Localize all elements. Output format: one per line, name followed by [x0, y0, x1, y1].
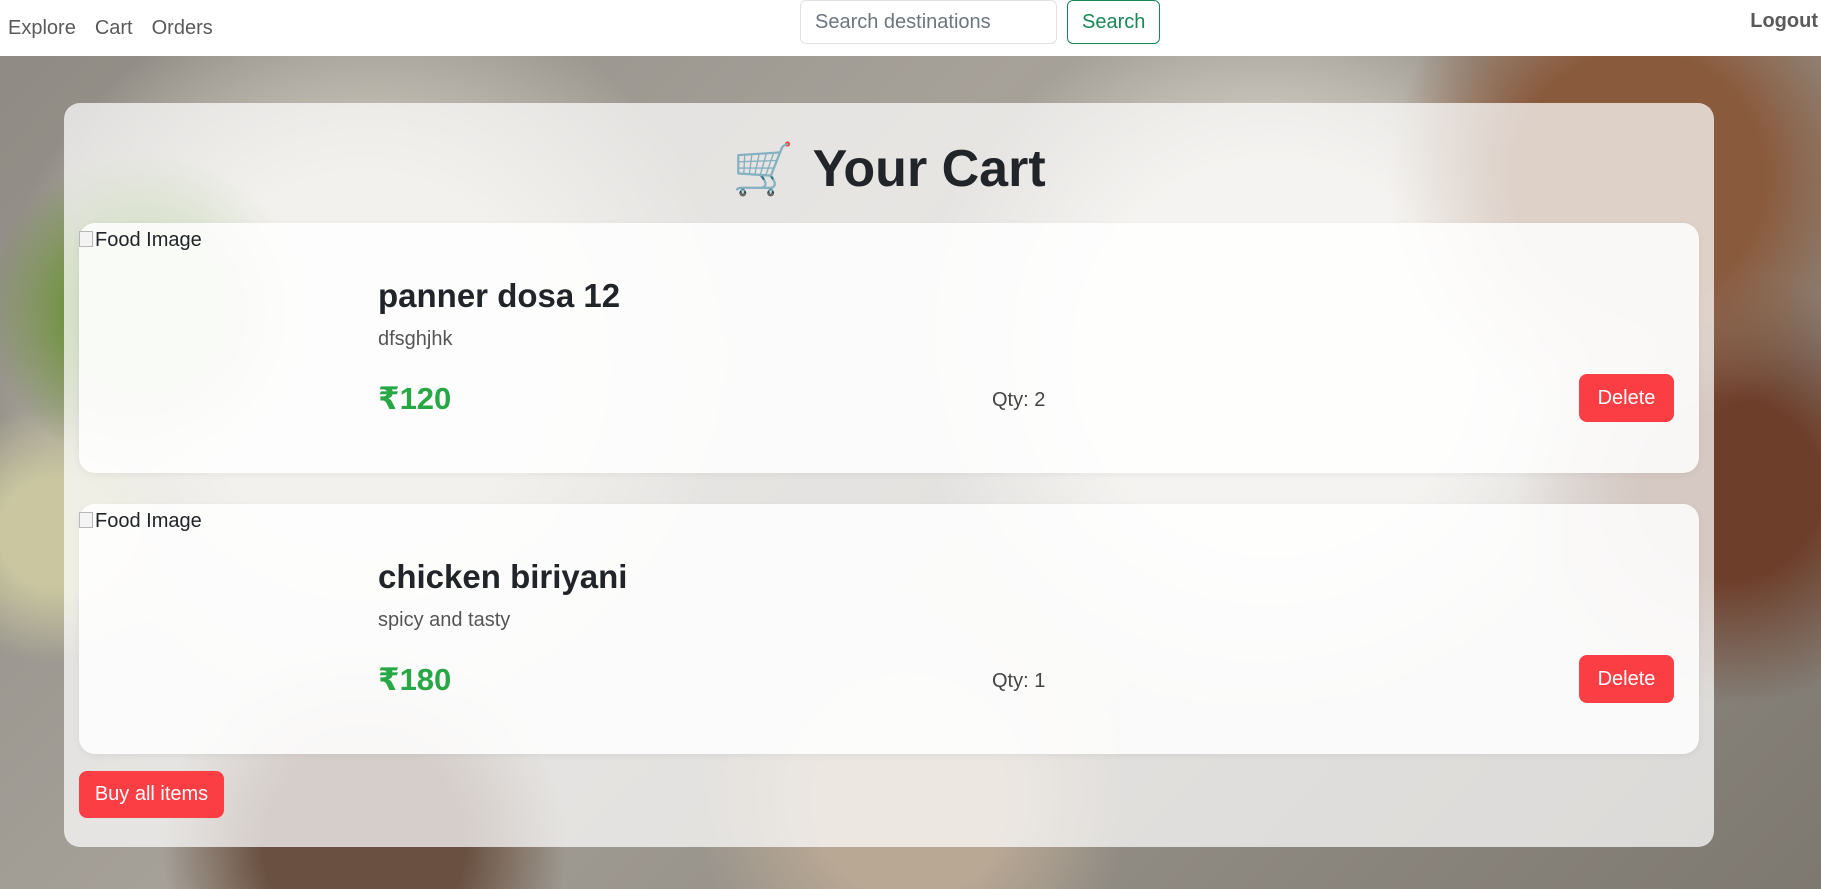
food-image-alt: Food Image: [95, 229, 202, 251]
item-quantity: Qty: 2: [992, 389, 1046, 411]
delete-button[interactable]: Delete: [1579, 374, 1674, 422]
cart-item-card: Food Image panner dosa 12 dfsghjhk ₹120 …: [79, 223, 1699, 473]
broken-image-icon: [79, 231, 93, 247]
nav-link-orders[interactable]: Orders: [152, 17, 213, 40]
food-image: Food Image: [79, 223, 359, 473]
page-title: 🛒 Your Cart: [64, 139, 1714, 199]
buy-all-button[interactable]: Buy all items: [79, 771, 224, 818]
shopping-cart-icon: 🛒: [732, 141, 795, 197]
cart-container: 🛒 Your Cart Food Image panner dosa 12 df…: [64, 103, 1714, 847]
nav-link-explore[interactable]: Explore: [8, 17, 76, 40]
item-price: ₹180: [378, 662, 452, 697]
food-image-alt: Food Image: [95, 510, 202, 532]
nav-links: Explore Cart Orders: [0, 17, 213, 40]
search-form: Search: [800, 0, 1161, 44]
broken-image-icon: [79, 512, 93, 528]
item-quantity: Qty: 1: [992, 670, 1046, 692]
item-name: panner dosa 12: [378, 277, 621, 314]
search-button[interactable]: Search: [1067, 0, 1161, 44]
cart-item-card: Food Image chicken biriyani spicy and ta…: [79, 504, 1699, 754]
food-image: Food Image: [79, 504, 359, 754]
nav-link-cart[interactable]: Cart: [95, 17, 133, 40]
item-name: chicken biriyani: [378, 558, 628, 595]
item-price: ₹120: [378, 381, 452, 416]
item-description: spicy and tasty: [378, 609, 511, 631]
logout-link[interactable]: Logout: [1750, 10, 1818, 33]
navbar: Explore Cart Orders Search Logout: [0, 0, 1821, 56]
item-description: dfsghjhk: [378, 328, 453, 350]
search-input[interactable]: [800, 0, 1057, 44]
delete-button[interactable]: Delete: [1579, 655, 1674, 703]
page-title-text: Your Cart: [812, 140, 1046, 198]
